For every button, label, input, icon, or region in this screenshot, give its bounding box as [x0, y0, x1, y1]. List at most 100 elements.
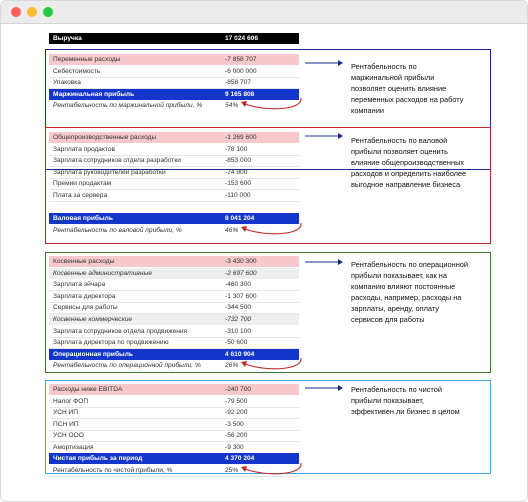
row-value: -240 700	[225, 386, 252, 393]
row-value: -153 600	[225, 180, 252, 188]
row-value: -7 858 707	[225, 56, 257, 63]
row-value: -853 000	[225, 157, 252, 165]
row-label: Зарплата эйчара	[53, 281, 106, 289]
explanation-note-2: Рентабельность по валовой прибыли позволя…	[351, 135, 487, 190]
row-label: Косвенные административные	[53, 269, 153, 277]
row-value: -310 100	[225, 327, 252, 335]
row-label: Рентабельность по операционной прибыли, …	[53, 362, 201, 370]
table-row: УСН ООО -56 200	[49, 430, 299, 442]
explanation-note-4: Рентабельность по чистой прибыли показыва…	[351, 384, 487, 417]
table-row: Упаковка -858 707	[49, 77, 299, 90]
table-row: Зарплата сотрудников отдела разработки -8…	[49, 155, 299, 168]
table-row	[49, 202, 299, 214]
curved-arrow-icon	[241, 98, 302, 110]
curved-arrow-icon	[241, 358, 302, 370]
table-row: Зарплата сотрудников отдела продвижения -…	[49, 326, 299, 338]
row-value: -732 700	[225, 316, 252, 323]
curved-arrow-icon	[241, 222, 302, 235]
table-row: Плата за сервера -110 000	[49, 190, 299, 202]
row-label: Зарплата директора по продвижению	[53, 339, 169, 347]
row-label: Маржинальная прибыль	[53, 90, 135, 98]
table-row: Сервисы для работы -344 500	[49, 302, 299, 315]
row-value: -2 697 600	[225, 269, 257, 277]
row-value: -9 300	[225, 443, 244, 451]
table-row: Премии продактам -153 600	[49, 178, 299, 191]
row-label: Валовая прибыль	[53, 215, 113, 223]
note-line: зарплаты, аренду, оплату	[351, 304, 439, 313]
table-row: УСН ИП -92 200	[49, 407, 299, 419]
app-window: Выручка 17 024 606 Переменные расходы -7 …	[0, 0, 528, 502]
note-line: сервисов для работы	[351, 315, 425, 324]
table-row: Налог ФОП -79 500	[49, 396, 299, 408]
note-line: позволяет оценить влияние	[351, 84, 447, 93]
table-row: Амортизация -9 300	[49, 442, 299, 454]
note-line: расходов и определить наиболее	[351, 169, 467, 178]
row-label: Премии продактам	[53, 180, 112, 188]
row-value: -460 300	[225, 281, 252, 289]
table-row: Зарплата руководителей разработки -74 900	[49, 167, 299, 179]
minimize-window-button[interactable]	[27, 7, 37, 17]
table-row: Косвенные административные -2 697 600	[49, 267, 299, 279]
row-value: -3 430 300	[225, 258, 257, 265]
table-row: Себестоимость -6 000 000	[49, 66, 299, 78]
table-row: Косвенные коммерческие -732 700	[49, 314, 299, 325]
row-label: Плата за сервера	[53, 192, 108, 199]
row-value: -3 500	[225, 420, 244, 428]
row-label: Упаковка	[53, 79, 81, 87]
note-line: прибыли показывает, как на	[351, 271, 447, 280]
row-label: Рентабельность по валовой прибыли, %	[53, 226, 182, 234]
row-value: -110 000	[225, 192, 251, 199]
close-window-button[interactable]	[11, 7, 21, 17]
row-label: Зарплата директора	[53, 292, 116, 300]
revenue-value: 17 024 606	[225, 35, 259, 42]
table-row: Расходы ниже EBITDA -240 700	[49, 384, 299, 395]
row-label: Косвенные расходы	[53, 258, 115, 265]
note-line: расходы, например, расходы на	[351, 293, 462, 302]
row-label: УСН ООО	[53, 432, 84, 439]
note-line: выгодное направление бизнеса	[351, 180, 461, 189]
row-label: Общепроизводственные расходы	[53, 134, 157, 141]
zoom-window-button[interactable]	[43, 7, 53, 17]
row-value: -74 900	[225, 168, 248, 176]
note-line: эффективен ли бизнес в целом	[351, 407, 460, 416]
table-row: Переменные расходы -7 858 707	[49, 54, 299, 65]
row-label: Амортизация	[53, 443, 94, 451]
note-line: прибыли показывает,	[351, 396, 424, 405]
arrow-right-icon	[305, 259, 343, 265]
row-value: -858 707	[225, 79, 252, 87]
curved-arrow-icon	[241, 462, 302, 474]
revenue-label: Выручка	[53, 35, 82, 42]
row-value: -1 269 600	[225, 134, 257, 141]
explanation-note-1: Рентабельность по маржинальной прибыли поз…	[351, 61, 487, 116]
revenue-row: Выручка 17 024 606	[49, 33, 299, 44]
row-label: ПСН ИП	[53, 420, 79, 428]
row-value: -50 600	[225, 339, 248, 347]
row-label: Себестоимость	[53, 67, 101, 75]
row-label: Зарплата сотрудников отдела разработки	[53, 157, 181, 165]
arrow-right-icon	[305, 385, 343, 391]
table-row: ПСН ИП -3 500	[49, 419, 299, 431]
note-line: компанию влияют постоянные	[351, 282, 456, 291]
row-value: -92 200	[225, 409, 248, 416]
row-label: Операционная прибыль	[53, 350, 133, 358]
window-titlebar	[1, 1, 527, 24]
arrow-right-icon	[305, 133, 343, 139]
row-label: Зарплата продактов	[53, 145, 116, 153]
row-value: -344 500	[225, 304, 252, 312]
table-row: Общепроизводственные расходы -1 269 600	[49, 132, 299, 143]
row-label: Переменные расходы	[53, 56, 121, 63]
table-row: Зарплата директора по продвижению -50 600	[49, 337, 299, 350]
row-label: УСН ИП	[53, 409, 79, 416]
note-line: прибыли позволяет оценить	[351, 147, 448, 156]
note-line: Рентабельность по	[351, 62, 417, 71]
row-label: Рентабельность по маржинальной прибыли, …	[53, 102, 203, 110]
row-value: -1 307 600	[225, 292, 257, 300]
note-line: переменных расходов на работу	[351, 95, 464, 104]
note-line: компании	[351, 106, 384, 115]
row-value: -6 000 000	[225, 67, 257, 75]
table-row: Зарплата эйчара -460 300	[49, 279, 299, 292]
row-label: Чистая прибыль за период	[53, 455, 143, 462]
note-line: Рентабельность по валовой	[351, 136, 448, 145]
note-line: влияние общепроизводственных	[351, 158, 465, 167]
table-row: Зарплата продактов -78 100	[49, 144, 299, 156]
